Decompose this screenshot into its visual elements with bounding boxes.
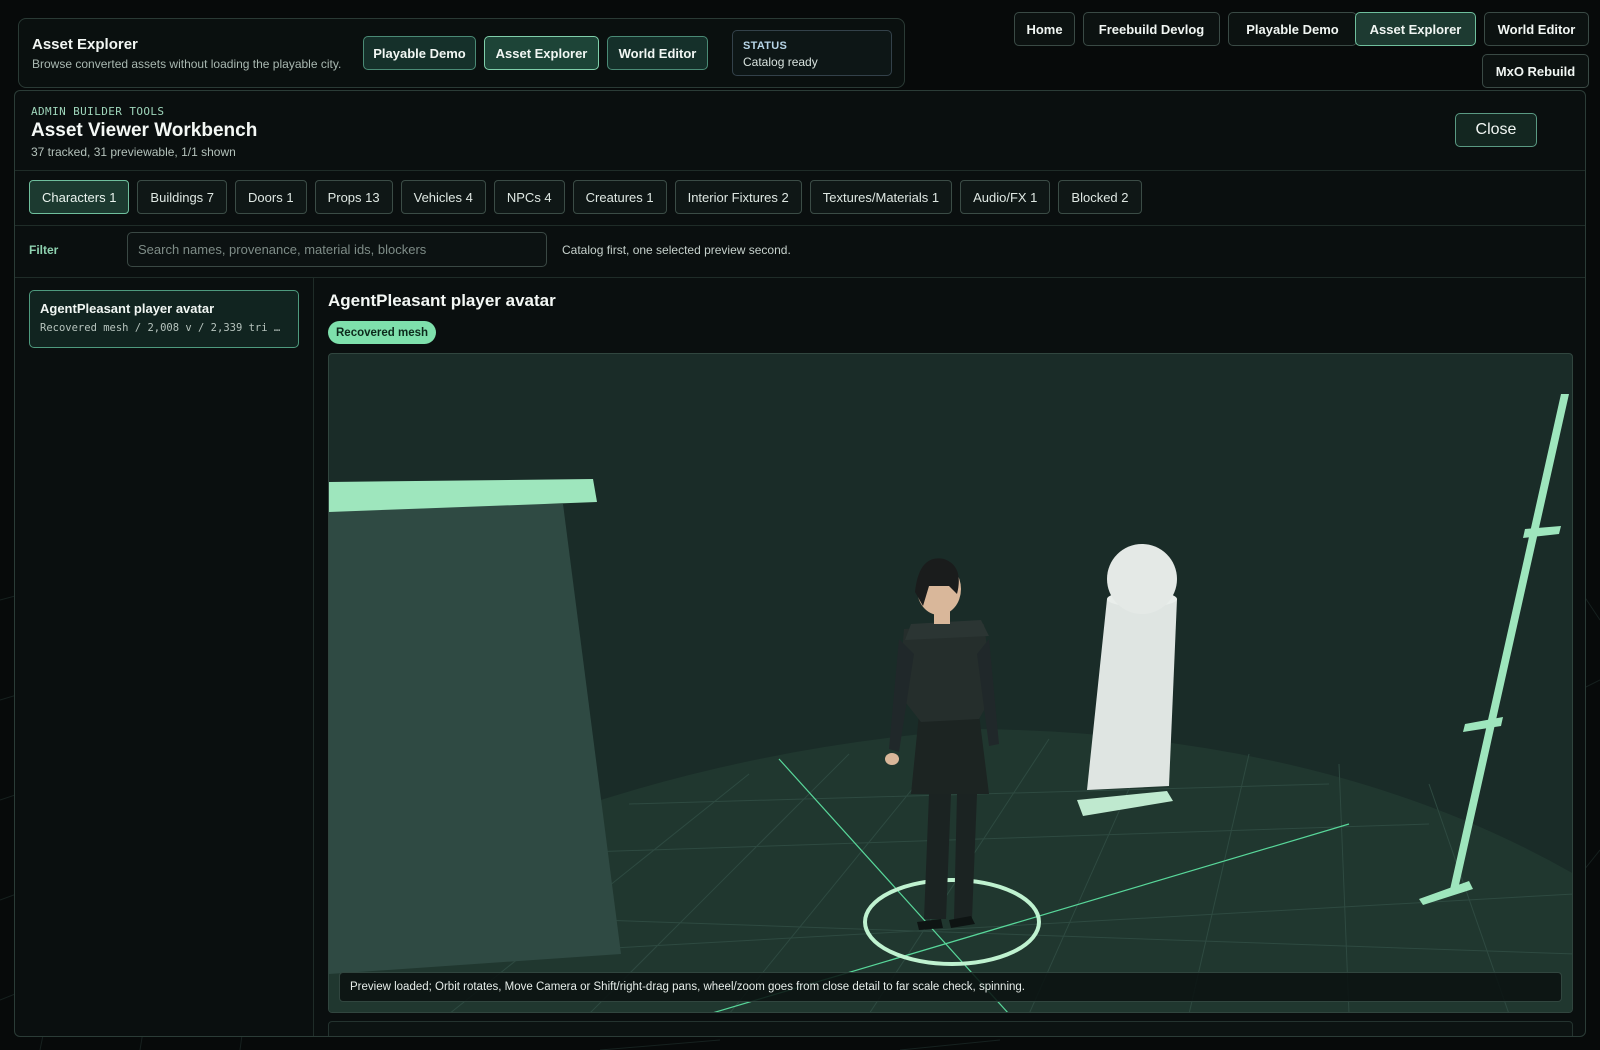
divider xyxy=(15,225,1585,226)
preview-title: AgentPleasant player avatar xyxy=(328,291,556,310)
tab-blocked[interactable]: Blocked 2 xyxy=(1058,180,1142,214)
asset-meta: Recovered mesh / 2,008 v / 2,339 tri … xyxy=(40,322,281,334)
nav-world-editor[interactable]: World Editor xyxy=(1484,12,1589,46)
sidebar-divider xyxy=(313,277,314,1036)
workbench-title: Asset Viewer Workbench xyxy=(31,120,258,141)
asset-name: AgentPleasant player avatar xyxy=(40,301,215,316)
tab-creatures[interactable]: Creatures 1 xyxy=(572,180,667,214)
tab-buildings[interactable]: Buildings 7 xyxy=(137,180,228,214)
divider xyxy=(15,277,1585,278)
details-panel xyxy=(328,1021,1573,1036)
status-value: Catalog ready xyxy=(743,55,818,69)
nav-freebuild-devlog[interactable]: Freebuild Devlog xyxy=(1083,12,1220,46)
playable-demo-button[interactable]: Playable Demo xyxy=(363,36,476,70)
tab-doors[interactable]: Doors 1 xyxy=(235,180,307,214)
scene-render xyxy=(329,394,1572,1012)
app-title: Asset Explorer xyxy=(32,36,138,53)
nav-mxo-rebuild[interactable]: MxO Rebuild xyxy=(1482,54,1589,88)
app-header: Asset Explorer Browse converted assets w… xyxy=(18,18,905,88)
status-badge: Recovered mesh xyxy=(328,321,437,344)
filter-label: Filter xyxy=(29,243,59,257)
tab-props[interactable]: Props 13 xyxy=(314,180,393,214)
3d-preview-viewport[interactable]: Preview loaded; Orbit rotates, Move Came… xyxy=(328,353,1573,1013)
status-label: STATUS xyxy=(743,40,788,52)
tab-characters[interactable]: Characters 1 xyxy=(29,180,130,214)
status-panel: STATUS Catalog ready xyxy=(732,30,892,76)
nav-home[interactable]: Home xyxy=(1014,12,1075,46)
world-editor-button[interactable]: World Editor xyxy=(607,36,708,70)
tab-interior-fixtures[interactable]: Interior Fixtures 2 xyxy=(674,180,802,214)
tab-npcs[interactable]: NPCs 4 xyxy=(493,180,565,214)
app-subtitle: Browse converted assets without loading … xyxy=(32,57,342,71)
divider xyxy=(15,170,1585,171)
viewport-status: Preview loaded; Orbit rotates, Move Came… xyxy=(339,972,1562,1002)
workbench-kicker: ADMIN BUILDER TOOLS xyxy=(31,105,165,118)
filter-hint: Catalog first, one selected preview seco… xyxy=(562,243,791,257)
asset-list-item[interactable]: AgentPleasant player avatar Recovered me… xyxy=(29,290,299,348)
nav-asset-explorer[interactable]: Asset Explorer xyxy=(1355,12,1476,46)
search-input[interactable] xyxy=(127,232,547,267)
nav-playable-demo[interactable]: Playable Demo xyxy=(1228,12,1357,46)
tab-audio-fx[interactable]: Audio/FX 1 xyxy=(960,180,1051,214)
tab-textures-materials[interactable]: Textures/Materials 1 xyxy=(809,180,953,214)
asset-explorer-button[interactable]: Asset Explorer xyxy=(484,36,599,70)
category-tabs: Characters 1 Buildings 7 Doors 1 Props 1… xyxy=(29,180,1142,214)
asset-viewer-workbench: ADMIN BUILDER TOOLS Asset Viewer Workben… xyxy=(14,90,1586,1037)
workbench-counts: 37 tracked, 31 previewable, 1/1 shown xyxy=(31,145,236,159)
tab-vehicles[interactable]: Vehicles 4 xyxy=(400,180,486,214)
close-button[interactable]: Close xyxy=(1455,113,1537,147)
